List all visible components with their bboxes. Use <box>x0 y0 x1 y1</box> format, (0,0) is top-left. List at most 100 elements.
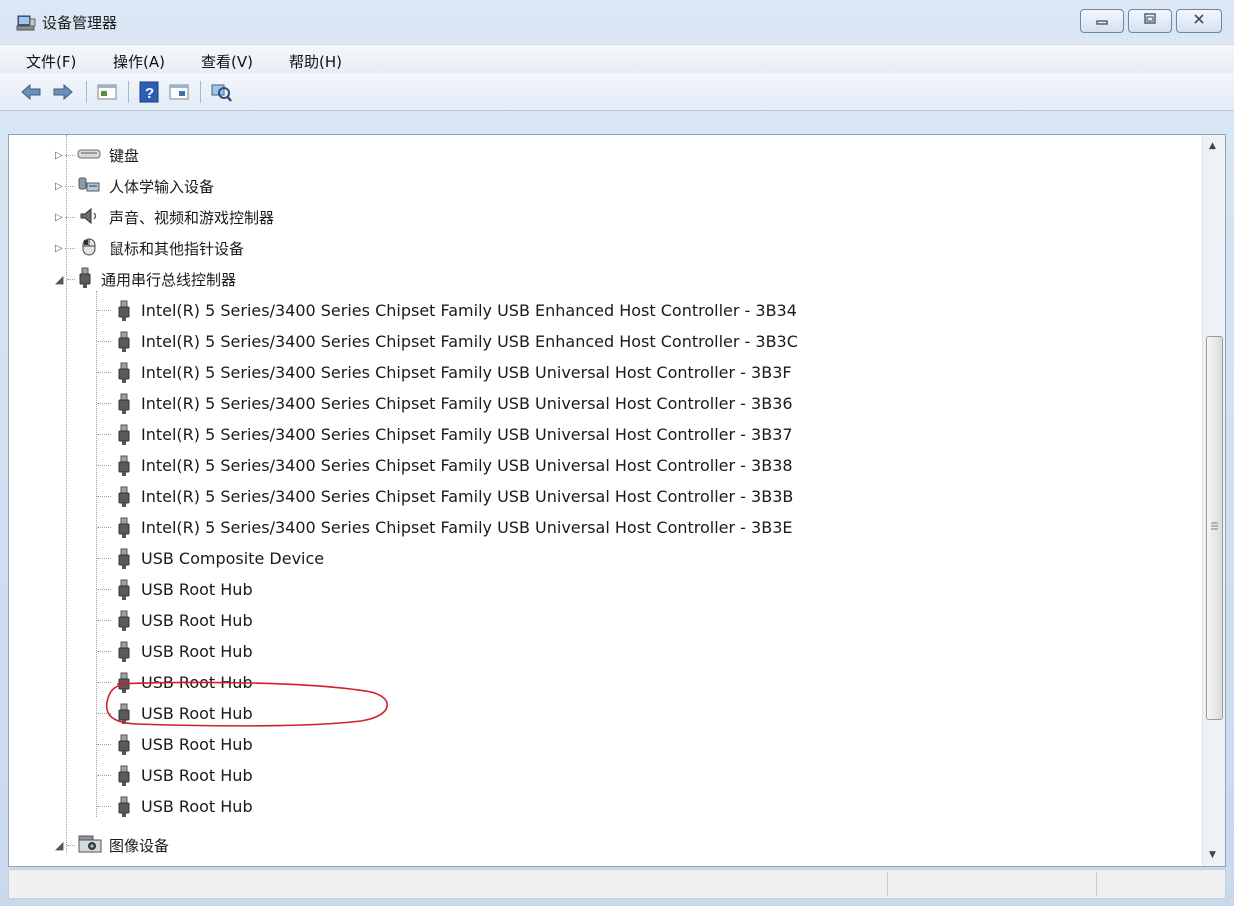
usb-device-item[interactable]: Intel(R) 5 Series/3400 Series Chipset Fa… <box>97 512 792 543</box>
properties-icon[interactable] <box>96 81 118 103</box>
tree-item-keyboard[interactable]: ▷ 键盘 <box>55 140 139 171</box>
forward-arrow-icon[interactable] <box>52 81 74 103</box>
minimize-button[interactable] <box>1080 9 1124 33</box>
category-label: 声音、视频和游戏控制器 <box>109 209 275 227</box>
menu-help[interactable]: 帮助(H) <box>289 51 342 72</box>
usb-plug-icon <box>117 517 131 539</box>
usb-device-item[interactable]: Intel(R) 5 Series/3400 Series Chipset Fa… <box>97 450 793 481</box>
window-title: 设备管理器 <box>42 14 118 32</box>
tree-item-sound[interactable]: ▷ 声音、视频和游戏控制器 <box>55 202 274 233</box>
device-label: Intel(R) 5 Series/3400 Series Chipset Fa… <box>141 518 793 537</box>
usb-device-item[interactable]: USB Root Hub <box>97 667 253 698</box>
expand-arrow-icon[interactable]: ▷ <box>55 181 63 192</box>
usb-icon <box>77 267 93 293</box>
usb-device-item[interactable]: Intel(R) 5 Series/3400 Series Chipset Fa… <box>97 357 792 388</box>
usb-device-item[interactable]: USB Root Hub <box>97 729 253 760</box>
collapse-arrow-icon[interactable]: ◢ <box>55 839 63 852</box>
usb-plug-icon <box>117 455 131 477</box>
expand-arrow-icon[interactable]: ▷ <box>55 243 63 254</box>
device-manager-icon <box>16 13 36 33</box>
device-label: Intel(R) 5 Series/3400 Series Chipset Fa… <box>141 456 793 475</box>
usb-device-item[interactable]: USB Root Hub <box>97 791 253 822</box>
tree-item-imaging[interactable]: ◢ 图像设备 <box>55 830 169 861</box>
update-driver-icon[interactable] <box>168 81 190 103</box>
device-label: Intel(R) 5 Series/3400 Series Chipset Fa… <box>141 332 798 351</box>
category-label: 人体学输入设备 <box>109 178 215 196</box>
device-label: USB Root Hub <box>141 797 253 816</box>
usb-device-item[interactable]: Intel(R) 5 Series/3400 Series Chipset Fa… <box>97 295 797 326</box>
usb-device-item[interactable]: USB Root Hub <box>97 636 253 667</box>
close-button[interactable] <box>1176 9 1222 33</box>
category-label: 键盘 <box>109 147 140 165</box>
usb-device-item[interactable]: USB Root Hub <box>97 698 253 729</box>
vertical-scrollbar[interactable]: ▲ ▼ <box>1202 135 1225 866</box>
usb-plug-icon <box>117 548 131 570</box>
help-icon[interactable]: ? <box>138 81 160 103</box>
svg-text:?: ? <box>145 85 154 102</box>
usb-device-item[interactable]: USB Root Hub <box>97 605 253 636</box>
device-label: USB Root Hub <box>141 735 253 754</box>
collapse-arrow-icon[interactable]: ◢ <box>55 273 63 286</box>
title-bar[interactable]: 设备管理器 <box>0 0 1234 44</box>
device-manager-window: 设备管理器 文件(F) 操作(A) 查看(V) 帮助(H) ? ▷ 键盘 ▷ 人… <box>0 0 1234 906</box>
tree-item-mouse[interactable]: ▷ 鼠标和其他指针设备 <box>55 233 244 264</box>
menu-file[interactable]: 文件(F) <box>26 51 76 72</box>
device-label: USB Root Hub <box>141 766 253 785</box>
category-label: 鼠标和其他指针设备 <box>109 240 245 258</box>
close-icon <box>1192 13 1206 29</box>
usb-device-item[interactable]: USB Root Hub <box>97 574 253 605</box>
scroll-down-icon[interactable]: ▼ <box>1209 850 1216 860</box>
device-tree[interactable]: ▷ 键盘 ▷ 人体学输入设备 ▷ 声音、视频和游戏控制器 ▷ 鼠标和其他指针设备… <box>8 134 1226 867</box>
scroll-up-icon[interactable]: ▲ <box>1209 141 1216 151</box>
tree-item-hid[interactable]: ▷ 人体学输入设备 <box>55 171 214 202</box>
device-label: USB Root Hub <box>141 580 253 599</box>
usb-device-item[interactable]: USB Root Hub <box>97 760 253 791</box>
device-label: USB Root Hub <box>141 673 253 692</box>
keyboard-icon <box>77 146 101 165</box>
usb-plug-icon <box>117 424 131 446</box>
usb-device-item[interactable]: Intel(R) 5 Series/3400 Series Chipset Fa… <box>97 388 793 419</box>
device-label: USB Composite Device <box>141 549 325 568</box>
usb-plug-icon <box>117 610 131 632</box>
camera-icon <box>77 833 103 859</box>
device-label: Intel(R) 5 Series/3400 Series Chipset Fa… <box>141 487 794 506</box>
status-bar <box>8 869 1226 899</box>
tree-item-usb-controllers[interactable]: ◢ 通用串行总线控制器 <box>55 264 236 295</box>
maximize-icon <box>1143 13 1157 29</box>
minimize-icon <box>1095 14 1109 29</box>
device-label: Intel(R) 5 Series/3400 Series Chipset Fa… <box>141 301 797 320</box>
usb-plug-icon <box>117 641 131 663</box>
usb-plug-icon <box>117 672 131 694</box>
expand-arrow-icon[interactable]: ▷ <box>55 212 63 223</box>
usb-plug-icon <box>117 765 131 787</box>
scroll-thumb[interactable] <box>1206 336 1223 720</box>
menu-action[interactable]: 操作(A) <box>113 51 165 72</box>
usb-device-item[interactable]: Intel(R) 5 Series/3400 Series Chipset Fa… <box>97 326 798 357</box>
maximize-button[interactable] <box>1128 9 1172 33</box>
usb-plug-icon <box>117 734 131 756</box>
usb-device-item[interactable]: Intel(R) 5 Series/3400 Series Chipset Fa… <box>97 481 793 512</box>
speaker-icon <box>77 206 101 230</box>
usb-plug-icon <box>117 393 131 415</box>
category-label: 图像设备 <box>109 837 170 855</box>
mouse-icon <box>77 237 101 261</box>
device-label: Intel(R) 5 Series/3400 Series Chipset Fa… <box>141 425 793 444</box>
device-label: Intel(R) 5 Series/3400 Series Chipset Fa… <box>141 363 792 382</box>
hid-icon <box>77 175 101 199</box>
usb-plug-icon <box>117 796 131 818</box>
back-arrow-icon[interactable] <box>20 81 42 103</box>
menu-view[interactable]: 查看(V) <box>201 51 253 72</box>
device-label: Intel(R) 5 Series/3400 Series Chipset Fa… <box>141 394 793 413</box>
category-label: 通用串行总线控制器 <box>101 271 237 289</box>
scan-hardware-icon[interactable] <box>210 81 232 103</box>
device-label: USB Root Hub <box>141 642 253 661</box>
usb-plug-icon <box>117 579 131 601</box>
usb-plug-icon <box>117 362 131 384</box>
device-label: USB Root Hub <box>141 704 253 723</box>
toolbar: ? <box>0 73 1234 111</box>
usb-plug-icon <box>117 331 131 353</box>
expand-arrow-icon[interactable]: ▷ <box>55 150 63 161</box>
usb-device-item[interactable]: Intel(R) 5 Series/3400 Series Chipset Fa… <box>97 419 793 450</box>
menu-bar: 文件(F) 操作(A) 查看(V) 帮助(H) <box>0 44 1234 74</box>
usb-device-item[interactable]: USB Composite Device <box>97 543 324 574</box>
